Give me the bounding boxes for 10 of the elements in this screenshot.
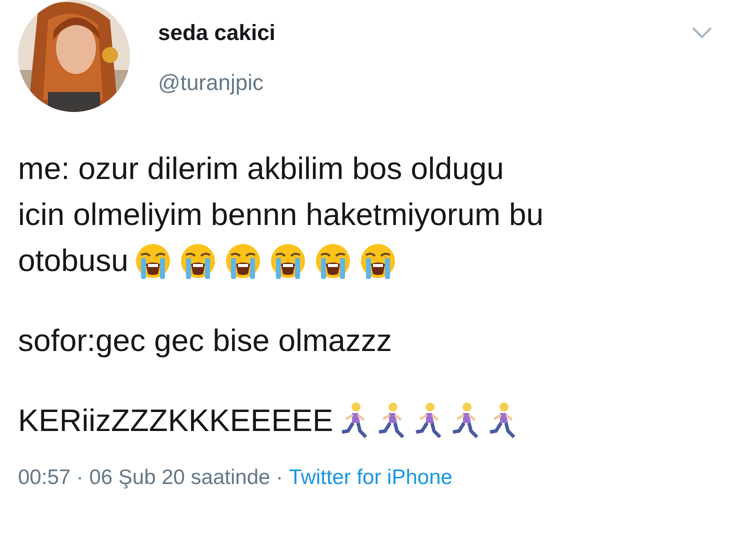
tweet-text: KERiizZZZKKKEEEEE (18, 402, 334, 440)
tweet-text: icin olmeliyim bennn haketmiyorum bu (18, 196, 544, 234)
author-name: seda cakici (158, 20, 276, 46)
tweet-text: otobusu (18, 242, 128, 280)
tweet-text: me: ozur dilerim akbilim bos oldugu (18, 150, 504, 188)
source-link[interactable]: Twitter for iPhone (289, 466, 452, 489)
author-handle[interactable]: @turanjpic (158, 70, 692, 96)
tweet-text: sofor:gec gec bise olmazzz (18, 322, 392, 360)
chevron-down-icon[interactable] (692, 27, 712, 39)
tweet-timestamp: 00:57 · 06 Şub 20 saatinde · (18, 466, 284, 489)
